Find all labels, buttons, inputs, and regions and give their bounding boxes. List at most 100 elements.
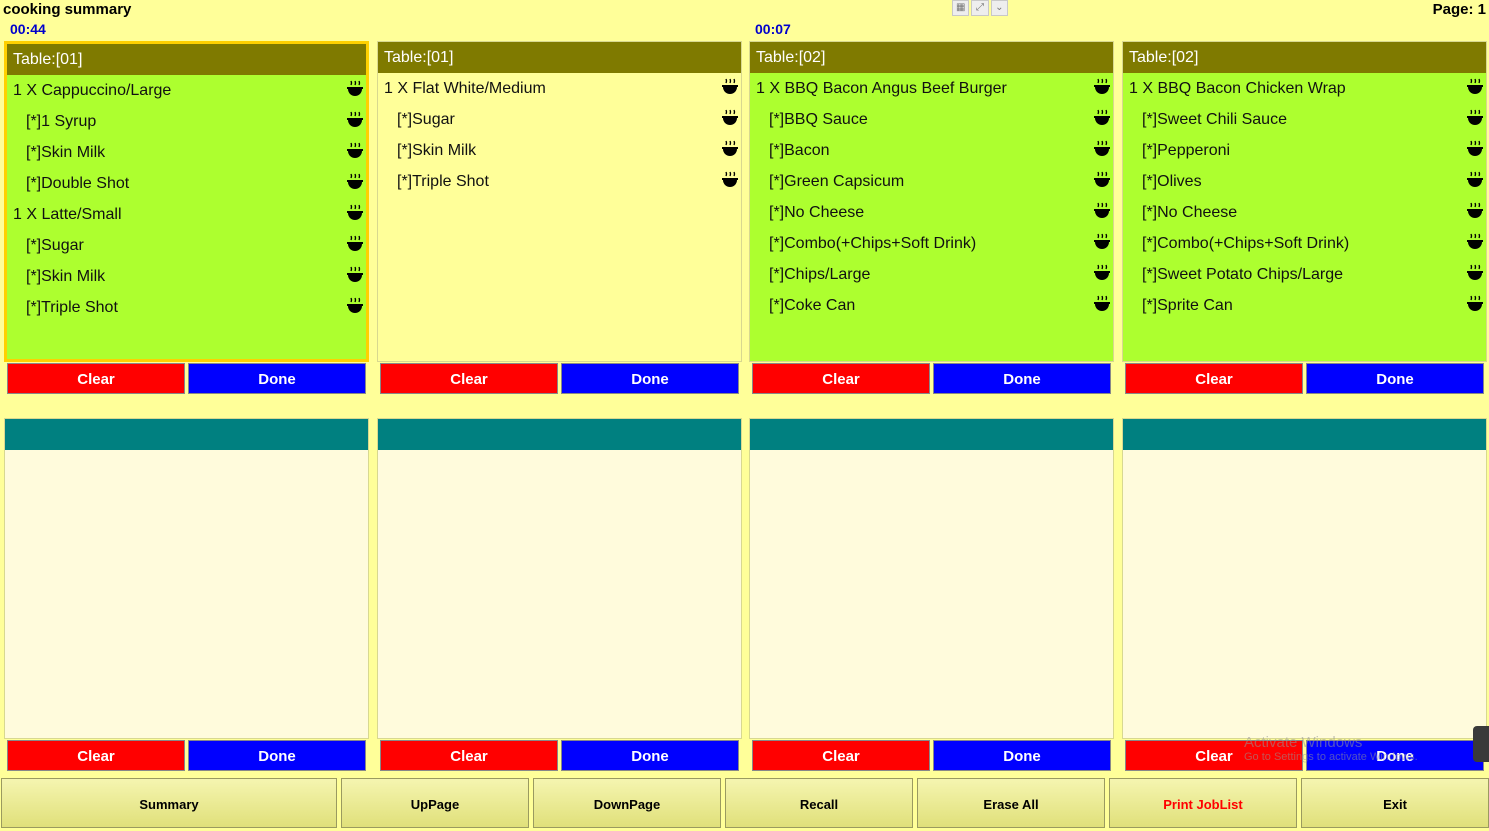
order-modifier[interactable]: [*]Sweet Chili Sauce: [1123, 104, 1486, 135]
bowl-icon: [722, 140, 738, 156]
ticket-actions: Clear Done: [380, 740, 742, 771]
table-header: Table:[02]: [750, 42, 1113, 73]
bottom-toolbar: Summary UpPage DownPage Recall Erase All…: [0, 778, 1489, 828]
bowl-icon: [347, 173, 363, 189]
clear-button[interactable]: Clear: [1125, 363, 1303, 394]
chevron-down-icon[interactable]: ⌄: [990, 0, 1008, 16]
order-modifier[interactable]: [*]Skin Milk: [378, 135, 741, 166]
done-button[interactable]: Done: [933, 740, 1111, 771]
bowl-icon: [347, 266, 363, 282]
bowl-icon: [1467, 171, 1483, 187]
order-modifier[interactable]: [*]Combo(+Chips+Soft Drink): [750, 228, 1113, 259]
bowl-icon: [347, 297, 363, 313]
exit-button[interactable]: Exit: [1301, 778, 1489, 828]
bowl-icon: [1094, 140, 1110, 156]
expand-icon[interactable]: ⤢: [971, 0, 989, 16]
ticket-actions: Clear Done: [7, 363, 369, 394]
print-joblist-button[interactable]: Print JobList: [1109, 778, 1297, 828]
order-modifier[interactable]: [*]Coke Can: [750, 290, 1113, 321]
order-item[interactable]: 1 X BBQ Bacon Angus Beef Burger: [750, 73, 1113, 104]
clear-button[interactable]: Clear: [7, 740, 185, 771]
bowl-icon: [1094, 264, 1110, 280]
empty-ticket-header: [750, 419, 1113, 450]
bowl-icon: [1094, 202, 1110, 218]
order-modifier[interactable]: [*]Sprite Can: [1123, 290, 1486, 321]
bowl-icon: [722, 78, 738, 94]
order-item[interactable]: 1 X Flat White/Medium: [378, 73, 741, 104]
grid-icon[interactable]: ▦: [952, 0, 970, 16]
done-button[interactable]: Done: [1306, 363, 1484, 394]
top-bar: cooking summary ▦ ⤢ ⌄ Page: 1: [0, 0, 1489, 20]
order-timer: 00:44: [10, 21, 46, 37]
summary-button[interactable]: Summary: [1, 778, 337, 828]
order-ticket[interactable]: Table:[01] 1 X Flat White/Medium [*]Suga…: [377, 41, 742, 362]
window-controls: ▦ ⤢ ⌄: [952, 0, 1008, 16]
done-button[interactable]: Done: [561, 740, 739, 771]
table-header: Table:[02]: [1123, 42, 1486, 73]
empty-ticket[interactable]: [4, 418, 369, 739]
clear-button[interactable]: Clear: [380, 740, 558, 771]
bowl-icon: [347, 80, 363, 96]
order-modifier[interactable]: [*]1 Syrup: [7, 106, 366, 137]
order-modifier[interactable]: [*]Triple Shot: [7, 292, 366, 323]
clear-button[interactable]: Clear: [7, 363, 185, 394]
bowl-icon: [1094, 171, 1110, 187]
order-items: 1 X BBQ Bacon Angus Beef Burger [*]BBQ S…: [750, 73, 1113, 321]
order-modifier[interactable]: [*]Sweet Potato Chips/Large: [1123, 259, 1486, 290]
order-modifier[interactable]: [*]Chips/Large: [750, 259, 1113, 290]
clear-button[interactable]: Clear: [1125, 740, 1303, 771]
order-timer: 00:07: [755, 21, 791, 37]
clear-button[interactable]: Clear: [752, 363, 930, 394]
bowl-icon: [1467, 140, 1483, 156]
side-handle[interactable]: [1473, 726, 1489, 762]
order-modifier[interactable]: [*]Olives: [1123, 166, 1486, 197]
order-modifier[interactable]: [*]Pepperoni: [1123, 135, 1486, 166]
done-button[interactable]: Done: [933, 363, 1111, 394]
ticket-actions: Clear Done: [7, 740, 369, 771]
order-ticket[interactable]: Table:[02] 1 X BBQ Bacon Chicken Wrap [*…: [1122, 41, 1487, 362]
ticket-actions: Clear Done: [1125, 740, 1487, 771]
empty-ticket[interactable]: [749, 418, 1114, 739]
bowl-icon: [347, 142, 363, 158]
order-item[interactable]: 1 X BBQ Bacon Chicken Wrap: [1123, 73, 1486, 104]
order-ticket[interactable]: Table:[02] 1 X BBQ Bacon Angus Beef Burg…: [749, 41, 1114, 362]
uppage-button[interactable]: UpPage: [341, 778, 529, 828]
empty-ticket[interactable]: [1122, 418, 1487, 739]
order-modifier[interactable]: [*]Combo(+Chips+Soft Drink): [1123, 228, 1486, 259]
erase-all-button[interactable]: Erase All: [917, 778, 1105, 828]
order-items: 1 X Cappuccino/Large [*]1 Syrup [*]Skin …: [7, 75, 366, 323]
clear-button[interactable]: Clear: [752, 740, 930, 771]
ticket-actions: Clear Done: [380, 363, 742, 394]
bowl-icon: [1467, 264, 1483, 280]
order-modifier[interactable]: [*]Sugar: [7, 230, 366, 261]
order-modifier[interactable]: [*]BBQ Sauce: [750, 104, 1113, 135]
bowl-icon: [1094, 109, 1110, 125]
done-button[interactable]: Done: [1306, 740, 1484, 771]
empty-ticket[interactable]: [377, 418, 742, 739]
order-ticket[interactable]: Table:[01] 1 X Cappuccino/Large [*]1 Syr…: [4, 41, 369, 362]
ticket-actions: Clear Done: [752, 740, 1114, 771]
order-modifier[interactable]: [*]Bacon: [750, 135, 1113, 166]
recall-button[interactable]: Recall: [725, 778, 913, 828]
bowl-icon: [347, 111, 363, 127]
order-modifier[interactable]: [*]No Cheese: [750, 197, 1113, 228]
downpage-button[interactable]: DownPage: [533, 778, 721, 828]
done-button[interactable]: Done: [188, 740, 366, 771]
order-modifier[interactable]: [*]Skin Milk: [7, 261, 366, 292]
empty-ticket-header: [378, 419, 741, 450]
order-modifier[interactable]: [*]Sugar: [378, 104, 741, 135]
order-item[interactable]: 1 X Latte/Small: [7, 199, 366, 230]
done-button[interactable]: Done: [561, 363, 739, 394]
order-modifier[interactable]: [*]Skin Milk: [7, 137, 366, 168]
order-modifier[interactable]: [*]Green Capsicum: [750, 166, 1113, 197]
bowl-icon: [722, 171, 738, 187]
bowl-icon: [1467, 295, 1483, 311]
order-modifier[interactable]: [*]Double Shot: [7, 168, 366, 199]
bowl-icon: [722, 109, 738, 125]
bowl-icon: [1467, 109, 1483, 125]
order-modifier[interactable]: [*]No Cheese: [1123, 197, 1486, 228]
clear-button[interactable]: Clear: [380, 363, 558, 394]
order-item[interactable]: 1 X Cappuccino/Large: [7, 75, 366, 106]
order-modifier[interactable]: [*]Triple Shot: [378, 166, 741, 197]
done-button[interactable]: Done: [188, 363, 366, 394]
